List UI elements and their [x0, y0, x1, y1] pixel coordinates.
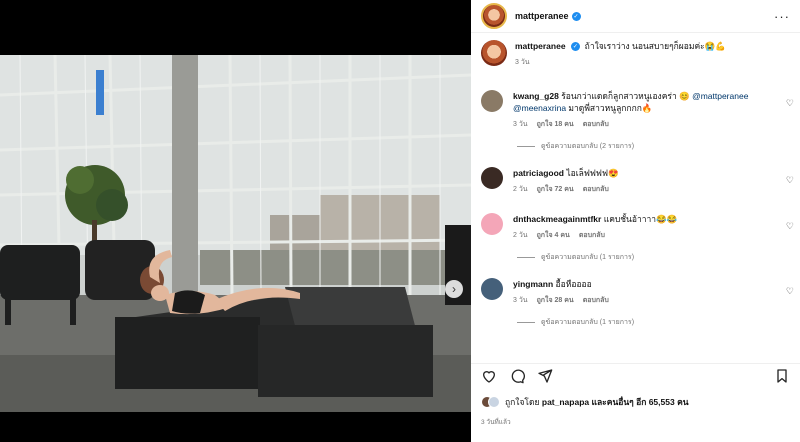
reply-button[interactable]: ตอบกลับ [583, 184, 609, 196]
post-photo[interactable]: › [0, 55, 471, 412]
comment-likes[interactable]: ถูกใจ 28 คน [537, 295, 574, 307]
comment-text-cont: มาดูพี่สาวหนูลูกกกก🔥 [568, 103, 653, 113]
comment-username[interactable]: yingmann [513, 279, 553, 289]
view-replies-button[interactable]: ดูข้อความตอบกลับ (1 รายการ) [517, 252, 800, 263]
comments-list: mattperanee ✓ ถ้าใจเราว่าง นอนสบายๆก็ผอม… [471, 40, 800, 350]
like-comment-heart-icon[interactable]: ♡ [786, 221, 794, 232]
avatar [488, 396, 500, 408]
comment-item: dnthackmeagainmtfkr แคบชั้นอ้าาาา😂😂 2 วั… [471, 213, 800, 242]
author-username[interactable]: mattperanee [515, 11, 569, 21]
liked-by-user[interactable]: pat_napapa [542, 397, 589, 407]
post-header: mattperanee ✓ ··· [471, 0, 800, 33]
like-comment-heart-icon[interactable]: ♡ [786, 98, 794, 109]
avatar[interactable] [481, 167, 503, 189]
comment-likes[interactable]: ถูกใจ 72 คน [537, 184, 574, 196]
post-side-panel: mattperanee ✓ ··· mattperanee ✓ ถ้าใจเรา… [471, 0, 800, 442]
chevron-right-icon: › [452, 282, 456, 296]
comment-time: 2 วัน [513, 232, 528, 239]
caption-time: 3 วัน [515, 59, 530, 66]
comment-item: yingmann อื้อหืออออ 3 วัน ถูกใจ 28 คน ตอ… [471, 278, 800, 307]
comment-mention[interactable]: @meenaxrina [513, 103, 566, 113]
caption-text: ถ้าใจเราว่าง นอนสบายๆก็ผอมค่ะ😭💪 [584, 41, 726, 51]
comment-time: 2 วัน [513, 186, 528, 193]
comment-likes[interactable]: ถูกใจ 18 คน [537, 119, 574, 131]
comment-item: patriciagood ไอเล็ฟฟฟฟ😍 2 วัน ถูกใจ 72 ค… [471, 167, 800, 196]
comment-text: อื้อหืออออ [555, 279, 592, 289]
avatar[interactable] [481, 278, 503, 300]
comment-text: แคบชั้นอ้าาาา😂😂 [603, 214, 678, 224]
view-replies-label: ดูข้อความตอบกลับ (1 รายการ) [541, 254, 635, 261]
comment-icon[interactable] [509, 368, 525, 384]
instagram-post-viewer: › mattperanee ✓ ··· mattperanee ✓ ถ้าใจเ… [0, 0, 800, 442]
avatar[interactable] [481, 213, 503, 235]
heart-icon[interactable] [481, 368, 497, 384]
avatar[interactable] [481, 40, 507, 66]
comment-likes[interactable]: ถูกใจ 4 คน [537, 230, 570, 242]
comment-time: 3 วัน [513, 297, 528, 304]
comment-text: ร้อนกว่าแดดก็ลูกสาวหนูเองคร่า 😊 [561, 91, 690, 101]
caption-username[interactable]: mattperanee [515, 41, 566, 51]
view-replies-button[interactable]: ดูข้อความตอบกลับ (2 รายการ) [517, 141, 800, 152]
comment-text: ไอเล็ฟฟฟฟ😍 [566, 168, 619, 178]
liked-by: ถูกใจโดย pat_napapa และคนอื่นๆ อีก 65,55… [481, 395, 689, 409]
share-icon[interactable] [537, 368, 553, 384]
comment-item: kwang_g28 ร้อนกว่าแดดก็ลูกสาวหนูเองคร่า … [471, 90, 800, 131]
media-pane: › [0, 0, 471, 442]
reply-button[interactable]: ตอบกลับ [579, 230, 605, 242]
more-options-icon[interactable]: ··· [774, 9, 790, 24]
post-timestamp: 3 วันที่แล้ว [481, 419, 511, 426]
like-comment-heart-icon[interactable]: ♡ [786, 286, 794, 297]
post-actions-bar [471, 363, 800, 387]
bookmark-icon[interactable] [774, 368, 790, 384]
comment-username[interactable]: kwang_g28 [513, 91, 559, 101]
reply-button[interactable]: ตอบกลับ [583, 295, 609, 307]
avatar[interactable] [481, 90, 503, 112]
comment-username[interactable]: patriciagood [513, 168, 564, 178]
verified-badge-icon: ✓ [571, 11, 581, 21]
like-comment-heart-icon[interactable]: ♡ [786, 175, 794, 186]
comment-username[interactable]: dnthackmeagainmtfkr [513, 214, 601, 224]
next-image-button[interactable]: › [445, 280, 463, 298]
comment-time: 3 วัน [513, 121, 528, 128]
reply-button[interactable]: ตอบกลับ [583, 119, 609, 131]
avatar[interactable] [481, 3, 507, 29]
caption: mattperanee ✓ ถ้าใจเราว่าง นอนสบายๆก็ผอม… [471, 40, 800, 84]
view-replies-button[interactable]: ดูข้อความตอบกลับ (1 รายการ) [517, 317, 800, 328]
liked-by-count[interactable]: และคนอื่นๆ อีก 65,553 คน [592, 397, 689, 407]
liked-by-prefix: ถูกใจโดย [505, 397, 540, 407]
verified-badge-icon: ✓ [570, 42, 580, 52]
view-replies-label: ดูข้อความตอบกลับ (2 รายการ) [541, 143, 635, 150]
view-replies-label: ดูข้อความตอบกลับ (1 รายการ) [541, 319, 635, 326]
comment-mention[interactable]: @mattperanee [692, 91, 748, 101]
